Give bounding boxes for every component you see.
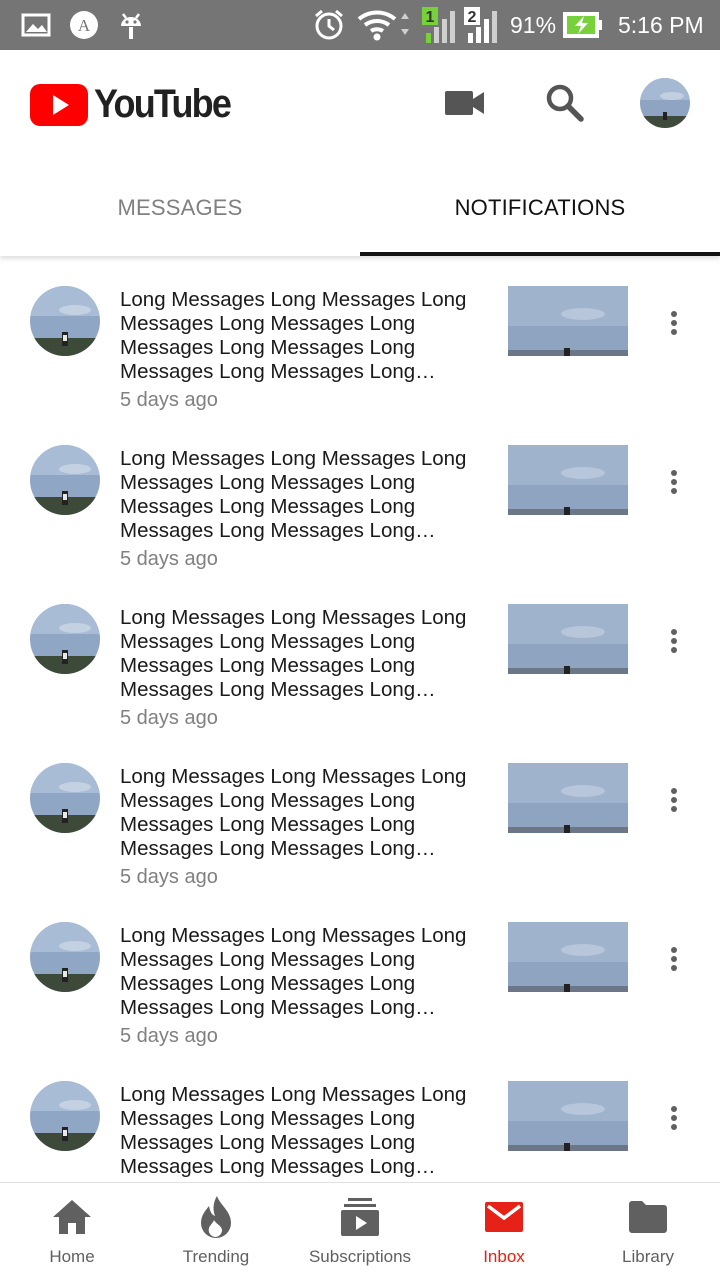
notification-text: Long Messages Long Messages Long Message… [120,447,467,542]
more-options-button[interactable] [654,301,694,345]
wifi-icon [356,0,414,50]
tab-messages[interactable]: MESSAGES [0,160,360,256]
home-icon [0,1195,144,1239]
notification-text: Long Messages Long Messages Long Message… [120,606,467,701]
app-header: YouTube [0,50,720,160]
signal-sim2-icon: 2 [462,0,502,50]
nav-trending[interactable]: Trending [144,1183,288,1280]
notification-item[interactable]: Long Messages Long Messages Long Message… [0,1051,720,1182]
alarm-icon [310,0,348,50]
more-options-button[interactable] [654,460,694,504]
search-icon [546,84,584,122]
android-debug-icon [116,0,146,50]
svg-text:A: A [78,16,91,35]
search-button[interactable] [540,78,590,128]
notification-item[interactable]: Long Messages Long Messages Long Message… [0,415,720,574]
battery-percent: 91% [510,12,557,38]
more-options-button[interactable] [654,778,694,822]
subscriptions-icon [288,1195,432,1239]
more-options-button[interactable] [654,619,694,663]
nav-library[interactable]: Library [576,1183,720,1280]
more-options-button[interactable] [654,1096,694,1140]
app-name: YouTube [94,82,232,126]
more-options-button[interactable] [654,937,694,981]
nav-label: Inbox [483,1247,525,1266]
video-thumbnail[interactable] [508,286,628,356]
nav-home[interactable]: Home [0,1183,144,1280]
notification-text: Long Messages Long Messages Long Message… [120,288,467,383]
video-thumbnail[interactable] [508,1081,628,1151]
nav-subscriptions[interactable]: Subscriptions [288,1183,432,1280]
nav-label: Subscriptions [308,1247,412,1266]
notification-list[interactable]: Long Messages Long Messages Long Message… [0,256,720,1182]
bottom-navigation: Home Trending Subscriptions Inbox Librar… [0,1182,720,1280]
channel-avatar[interactable] [30,1081,100,1151]
video-camera-icon [445,91,484,115]
channel-avatar[interactable] [30,922,100,992]
account-avatar-button[interactable] [640,78,690,128]
video-thumbnail[interactable] [508,445,628,515]
video-thumbnail[interactable] [508,604,628,674]
notification-item[interactable]: Long Messages Long Messages Long Message… [0,733,720,892]
youtube-play-icon [30,83,88,126]
more-vert-icon [671,629,677,653]
svg-text:2: 2 [468,9,477,26]
tab-notifications[interactable]: NOTIFICATIONS [360,160,720,256]
notification-text: Long Messages Long Messages Long Message… [120,924,467,1019]
video-thumbnail[interactable] [508,763,628,833]
more-vert-icon [671,947,677,971]
more-vert-icon [671,788,677,812]
signal-sim1-icon: 1 [420,0,460,50]
notification-time: 5 days ago [120,548,218,570]
channel-avatar[interactable] [30,763,100,833]
notification-text: Long Messages Long Messages Long Message… [120,765,467,860]
svg-text:1: 1 [426,9,435,26]
gallery-icon [20,0,52,50]
nav-label: Home [49,1247,95,1266]
inbox-tabs: MESSAGES NOTIFICATIONS [0,160,720,256]
nav-inbox[interactable]: Inbox [432,1183,576,1280]
more-vert-icon [671,311,677,335]
more-vert-icon [671,1106,677,1130]
upload-video-button[interactable] [440,78,490,128]
youtube-logo[interactable]: YouTube [30,82,245,127]
notification-time: 5 days ago [120,389,218,411]
notification-item[interactable]: Long Messages Long Messages Long Message… [0,892,720,1051]
notification-time: 5 days ago [120,866,218,888]
notification-text: Long Messages Long Messages Long Message… [120,1083,467,1178]
nav-label: Library [622,1247,674,1266]
channel-avatar[interactable] [30,286,100,356]
clock: 5:16 PM [618,12,704,38]
folder-icon [576,1195,720,1239]
notification-time: 5 days ago [120,1025,218,1047]
account-avatar [640,78,690,128]
notification-item[interactable]: Long Messages Long Messages Long Message… [0,256,720,415]
app-a-icon: A [68,0,100,50]
nav-label: Trending [182,1247,250,1266]
status-bar: A 1 2 91% 5:16 PM [0,0,720,50]
tab-selected-indicator [360,252,720,256]
notification-item[interactable]: Long Messages Long Messages Long Message… [0,574,720,733]
flame-icon [144,1195,288,1239]
channel-avatar[interactable] [30,445,100,515]
channel-avatar[interactable] [30,604,100,674]
inbox-mail-icon [432,1195,576,1239]
notification-time: 5 days ago [120,707,218,729]
more-vert-icon [671,470,677,494]
video-thumbnail[interactable] [508,922,628,992]
battery-charging-icon [562,0,604,50]
